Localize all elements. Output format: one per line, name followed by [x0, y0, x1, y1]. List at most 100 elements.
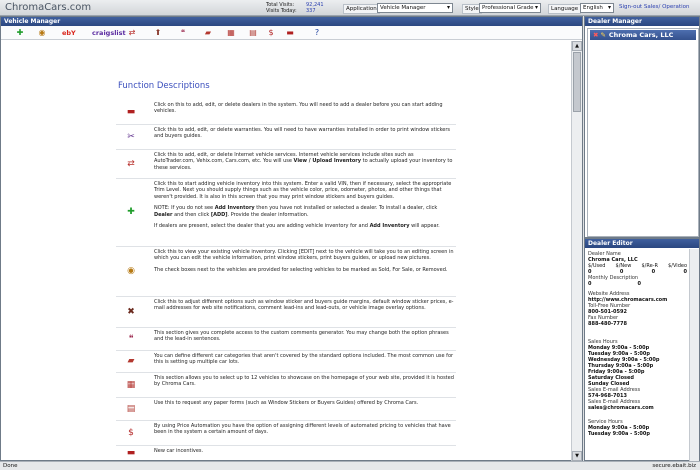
function-descriptions-title: Function Descriptions: [118, 81, 210, 91]
scroll-thumb[interactable]: [573, 52, 581, 112]
comments-icon[interactable]: ❝: [177, 28, 189, 38]
brand-logo: ChromaCars.com: [5, 2, 92, 13]
function-row: ✂ Click this to add, edit, or delete warr…: [116, 125, 456, 150]
function-description-text: Click this to add, edit, or delete Inter…: [154, 152, 453, 171]
stat-label-rer: $/Re-R: [641, 263, 658, 269]
function-description: You can define different car categories …: [154, 353, 454, 366]
car-icon[interactable]: ▬: [116, 107, 146, 117]
sales-hours-list: Monday 9:00a - 5:00p Tuesday 9:00a - 5:00…: [588, 345, 687, 387]
add-icon[interactable]: ✚: [14, 28, 26, 38]
function-description-text: Use this to request any paper forms (suc…: [154, 400, 419, 406]
function-description-text: New car incentives.: [154, 448, 204, 454]
function-description: Use this to request any paper forms (suc…: [154, 400, 454, 406]
internet-services-icon[interactable]: ⇄: [116, 159, 146, 169]
function-description: Click this to view your existing vehicle…: [154, 249, 454, 273]
paper-forms-icon[interactable]: ▤: [116, 404, 146, 414]
dealer-manager-panel: Dealer Manager ✖ ✎ Chroma Cars, LLC: [584, 16, 700, 238]
wrench-icon[interactable]: ✂: [116, 132, 146, 142]
comment-icon[interactable]: ❝: [116, 334, 146, 344]
status-bar: Done secure.ebait.biz: [0, 461, 700, 470]
monthly-value-2: 0: [637, 281, 641, 287]
function-description-text: By using Price Automation you have the o…: [154, 423, 451, 436]
tools-icon[interactable]: ✖: [116, 307, 146, 317]
function-description-text: This section allows you to select up to …: [154, 375, 454, 388]
signout-link[interactable]: Sign-out Sales/ Operation: [619, 4, 689, 10]
craigslist-icon[interactable]: craigslist: [92, 28, 126, 38]
function-description-text: Click on this to add, edit, or delete de…: [154, 102, 443, 115]
forms-icon[interactable]: ▤: [247, 28, 259, 38]
ebay-icon[interactable]: ebY: [62, 28, 76, 38]
delete-icon[interactable]: ✖: [593, 31, 598, 39]
application-select[interactable]: Vehicle Manager: [377, 3, 453, 13]
services-icon[interactable]: ⇄: [126, 28, 138, 38]
function-description-text: Click this to start adding vehicle inven…: [154, 181, 452, 200]
edit-pencil-icon[interactable]: ✎: [600, 31, 605, 39]
add-vehicle-icon[interactable]: ✚: [116, 207, 146, 217]
showcase-icon[interactable]: ▦: [225, 28, 237, 38]
function-row: ❝ This section gives you complete access …: [116, 328, 456, 351]
upload-icon[interactable]: ⬆: [152, 28, 164, 38]
visits-today-count: 337: [306, 8, 316, 14]
vehicle-manager-scrollbar[interactable]: ▲ ▼: [571, 41, 582, 461]
new-car-incentives-icon[interactable]: ▬: [116, 448, 146, 458]
dealer-row[interactable]: ✖ ✎ Chroma Cars, LLC: [590, 30, 696, 40]
vehicle-manager-title: Vehicle Manager: [1, 17, 582, 26]
top-bar: ChromaCars.com Total Visits: 92,241 Visit…: [0, 0, 700, 16]
function-description-note: If dealers are present, select the deale…: [154, 223, 440, 230]
language-label: Language: [548, 4, 582, 14]
function-description-text: Click this to adjust different options s…: [154, 299, 454, 312]
function-row: ▤ Use this to request any paper forms (su…: [116, 398, 456, 421]
function-description: By using Price Automation you have the o…: [154, 423, 454, 436]
scroll-up-icon[interactable]: ▲: [572, 41, 582, 51]
stat-value-video: 0: [683, 269, 687, 275]
dealer-manager-title: Dealer Manager: [585, 17, 699, 26]
monthly-value-1: 0: [588, 281, 592, 287]
price-icon[interactable]: $: [265, 28, 277, 38]
function-description-note: NOTE: If you do not see Add Inventory th…: [154, 205, 438, 218]
function-description: This section allows you to select up to …: [154, 375, 454, 388]
stat-value-rer: 0: [651, 269, 656, 275]
category-folder-icon[interactable]: ▰: [116, 356, 146, 366]
dealer-editor-panel: Dealer Editor Dealer Name Chroma Cars, L…: [584, 238, 700, 461]
help-icon[interactable]: ?: [311, 28, 323, 38]
function-row: ◉ Click this to view your existing vehicl…: [116, 247, 456, 297]
function-row: $ By using Price Automation you have the …: [116, 421, 456, 446]
function-description: New car incentives.: [154, 448, 454, 454]
hours-line: Tuesday 9:00a - 5:00p: [588, 431, 650, 437]
folder-icon[interactable]: ▰: [202, 28, 214, 38]
function-description: Click this to adjust different options s…: [154, 299, 454, 312]
function-row: ▦ This section allows you to select up to…: [116, 373, 456, 398]
stat-label-new: $/New: [615, 263, 632, 269]
function-description-text: Click this to view your existing vehicle…: [154, 249, 454, 262]
dealer-editor-scrollbar[interactable]: [689, 249, 699, 461]
vehicle-toolbar: ✚ ◉ ebY craigslist ⇄ ⬆ ❝ ▰ ▦ ▤ $ ▬?: [1, 26, 582, 40]
function-description-text: You can define different car categories …: [154, 353, 454, 366]
status-domain: secure.ebait.biz: [652, 463, 696, 469]
vehicle-manager-panel: Vehicle Manager ✚ ◉ ebY craigslist ⇄ ⬆ ❝ ▰ ▦ ▤ $ ▬?…: [0, 16, 583, 461]
function-description: Click this to add, edit, or delete Inter…: [154, 152, 454, 171]
visit-counter: Total Visits: 92,241 Visits Today: 337: [266, 2, 324, 14]
new-car-icon[interactable]: ▬: [284, 28, 296, 38]
status-text: Done: [3, 463, 18, 469]
function-row: ▬ Click on this to add, edit, or delete d…: [116, 100, 456, 125]
function-row: ▰ You can define different car categories…: [116, 351, 456, 373]
function-description: Click this to start adding vehicle inven…: [154, 181, 454, 229]
function-row: ⇄ Click this to add, edit, or delete Inte…: [116, 150, 456, 179]
function-row: ▬ New car incentives.: [116, 446, 456, 461]
language-select[interactable]: English: [580, 3, 614, 13]
eye-icon[interactable]: ◉: [116, 266, 146, 276]
dealer-list: ✖ ✎ Chroma Cars, LLC: [587, 28, 699, 237]
function-description-note: The check boxes next to the vehicles are…: [154, 266, 448, 273]
dealer-editor-title: Dealer Editor: [585, 239, 699, 248]
service-hours-list: Monday 9:00a - 5:00p Tuesday 9:00a - 5:00…: [588, 425, 687, 437]
function-description-text: Click this to add, edit, or delete warra…: [154, 127, 451, 140]
price-automation-icon[interactable]: $: [116, 428, 146, 438]
dealer-row-name[interactable]: Chroma Cars, LLC: [609, 31, 674, 39]
dealer-editor-body: Dealer Name Chroma Cars, LLC $/Used $/Ne…: [586, 249, 689, 461]
showcase-icon[interactable]: ▦: [116, 380, 146, 390]
scroll-down-icon[interactable]: ▼: [572, 451, 582, 461]
style-select[interactable]: Professional Grade: [479, 3, 541, 13]
application-label: Application: [343, 4, 380, 14]
function-descriptions: Function Descriptions ▬ Click on this to …: [1, 41, 572, 461]
view-eye-icon[interactable]: ◉: [36, 28, 48, 38]
